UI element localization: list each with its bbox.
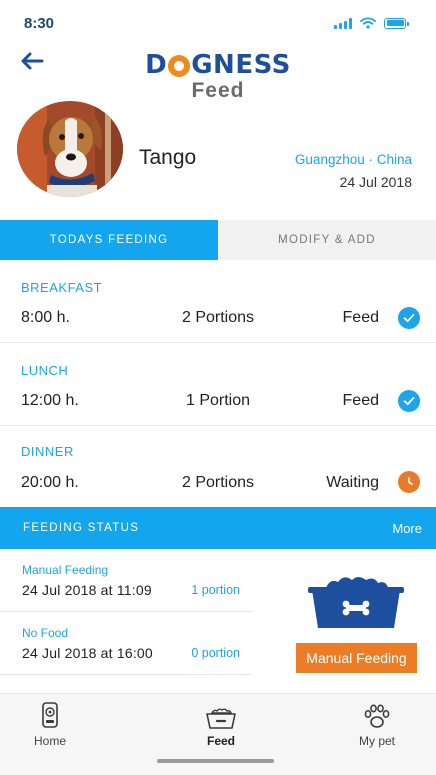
- home-indicator: [157, 759, 274, 763]
- feeding-status-title: FEEDING STATUS: [23, 522, 140, 534]
- meal-status: Feed: [342, 309, 379, 326]
- meal-row-dinner[interactable]: DINNER 20:00 h. 2 Portions Waiting: [0, 426, 436, 507]
- log-portion: 1 portion: [191, 583, 240, 597]
- feeding-status-header: FEEDING STATUS More: [0, 507, 436, 549]
- meal-name: LUNCH: [21, 363, 69, 378]
- pet-date: 24 Jul 2018: [339, 174, 412, 190]
- log-label: Manual Feeding: [22, 563, 109, 577]
- log-portion: 0 portion: [191, 646, 240, 660]
- manual-feeding-button[interactable]: Manual Feeding: [296, 643, 417, 673]
- feeding-log-item: No Food 24 Jul 2018 at 16:00 0 portion: [0, 612, 252, 675]
- check-circle-icon: [398, 390, 420, 412]
- food-bowl-icon: [171, 702, 271, 730]
- nav-item-feed[interactable]: Feed: [171, 702, 271, 748]
- dogness-logo: D GNESS: [145, 50, 291, 80]
- log-label: No Food: [22, 626, 69, 640]
- brand-logo: D GNESS: [0, 50, 436, 80]
- nav-item-home[interactable]: Home: [0, 702, 100, 748]
- nav-label: Feed: [206, 734, 235, 748]
- wifi-icon: [360, 17, 376, 29]
- status-bar: 8:30: [0, 0, 436, 46]
- meal-name: DINNER: [21, 444, 74, 459]
- camera-device-icon: [0, 702, 100, 730]
- meal-status: Feed: [342, 392, 379, 409]
- meal-name: BREAKFAST: [21, 280, 103, 295]
- tab-modify-add[interactable]: MODIFY & ADD: [218, 220, 436, 260]
- nav-label: Home: [33, 734, 66, 748]
- more-link[interactable]: More: [392, 521, 422, 536]
- status-icons: [334, 17, 409, 29]
- pet-name: Tango: [139, 146, 197, 169]
- dog-photo: [17, 101, 123, 197]
- page-title: Feed: [191, 79, 245, 102]
- paw-icon: [327, 702, 427, 730]
- feeding-log-item: Manual Feeding 24 Jul 2018 at 11:09 1 po…: [0, 549, 252, 612]
- meal-row-lunch[interactable]: LUNCH 12:00 h. 1 Portion Feed: [0, 343, 436, 426]
- log-datetime: 24 Jul 2018 at 16:00: [22, 645, 153, 661]
- meal-status: Waiting: [326, 474, 379, 491]
- clock-icon: [398, 471, 420, 493]
- signal-icon: [334, 17, 352, 29]
- log-datetime: 24 Jul 2018 at 11:09: [22, 582, 152, 598]
- check-circle-icon: [398, 307, 420, 329]
- battery-icon: [384, 17, 409, 29]
- nav-label: My pet: [358, 734, 395, 748]
- feeding-tabs: TODAYS FEEDING MODIFY & ADD: [0, 220, 436, 260]
- tab-todays-feeding[interactable]: TODAYS FEEDING: [0, 220, 218, 260]
- pet-location: Guangzhou · China: [294, 152, 412, 167]
- status-time: 8:30: [24, 15, 55, 32]
- nav-item-my-pet[interactable]: My pet: [327, 702, 427, 748]
- pet-avatar: [17, 101, 123, 197]
- food-bowl-icon: [304, 574, 408, 630]
- meal-row-breakfast[interactable]: BREAKFAST 8:00 h. 2 Portions Feed: [0, 260, 436, 343]
